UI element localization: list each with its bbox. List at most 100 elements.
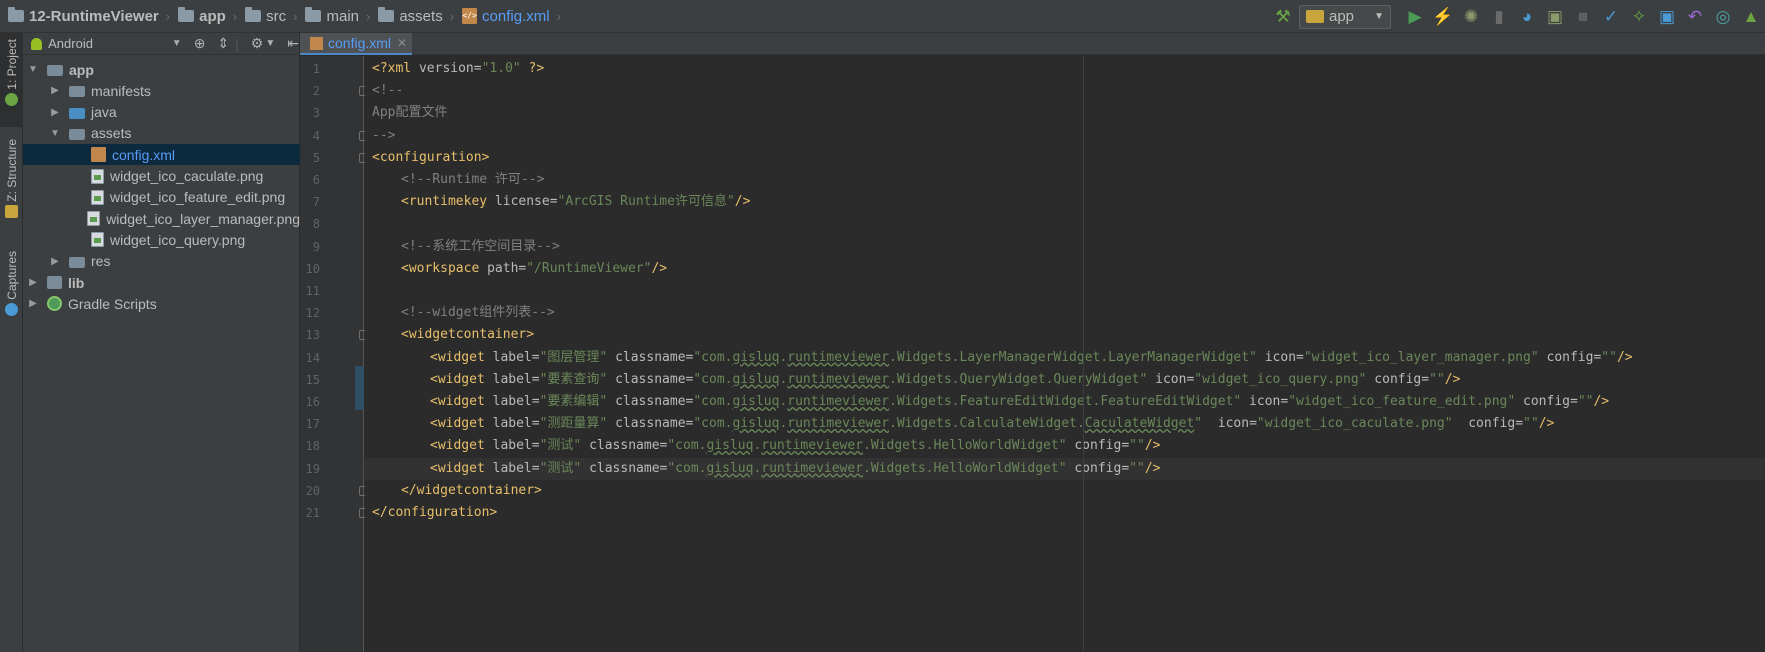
code-line[interactable]: <runtimekey license="ArcGIS Runtime许可信息"… — [365, 191, 1765, 213]
tab-structure[interactable]: Z: Structure — [0, 139, 23, 223]
code-token: "widget_ico_query.png" — [1194, 371, 1367, 387]
close-icon[interactable]: ✕ — [397, 36, 407, 50]
code-token: <widgetcontainer> — [401, 327, 535, 343]
tree-item[interactable]: widget_ico_caculate.png — [23, 166, 300, 187]
image-file-icon — [91, 232, 104, 248]
tree-item[interactable]: ▶ res — [23, 251, 300, 272]
sdk-manager-icon[interactable]: ▲ — [1737, 0, 1765, 33]
vcs-history-icon[interactable]: ▣ — [1653, 0, 1681, 33]
vcs-update-icon[interactable]: ✓ — [1597, 0, 1625, 33]
code-line[interactable]: <widget label="测试" classname="com.gisluq… — [365, 457, 1765, 480]
chevron-down-icon[interactable]: ▼ — [172, 38, 182, 49]
code-line[interactable]: <!--Runtime 许可--> — [365, 169, 1765, 191]
tree-item[interactable]: ▶ Gradle Scripts — [23, 293, 300, 314]
chevron-down-icon[interactable]: ▼ — [265, 38, 275, 49]
breadcrumb-item[interactable]: assets › — [370, 0, 454, 33]
breadcrumb-item[interactable]: app › — [170, 0, 237, 33]
tab-captures[interactable]: Captures — [0, 251, 23, 323]
tree-item[interactable]: widget_ico_layer_manager.png — [23, 208, 300, 229]
code-token: /> — [1444, 371, 1461, 387]
stop-icon[interactable]: ■ — [1569, 0, 1597, 33]
breadcrumb-item[interactable]: main › — [297, 0, 370, 33]
code-line[interactable]: --> — [365, 125, 1765, 147]
tree-item[interactable]: ▶ java — [23, 102, 300, 123]
revert-icon[interactable]: ↶ — [1681, 0, 1709, 33]
tree-item[interactable]: ▼ app — [23, 59, 300, 80]
code-line[interactable]: <!--系统工作空间目录--> — [365, 236, 1765, 258]
code-token: config= — [1538, 349, 1602, 365]
collapse-arrow-icon[interactable]: ▶ — [49, 85, 61, 96]
tree-item[interactable]: widget_ico_query.png — [23, 229, 300, 250]
debug-icon[interactable]: ✺ — [1457, 0, 1485, 33]
collapse-arrow-icon[interactable]: ▶ — [49, 256, 61, 267]
vcs-commit-icon[interactable]: ✧ — [1625, 0, 1653, 33]
code-line[interactable] — [365, 280, 1765, 302]
code-line[interactable]: <widget label="要素编辑" classname="com.gisl… — [365, 391, 1765, 413]
code-token: "要素编辑" — [539, 394, 608, 409]
tab-config-xml[interactable]: config.xml ✕ — [300, 33, 412, 55]
code-line[interactable]: <widget label="测试" classname="com.gisluq… — [365, 435, 1765, 457]
code-token: classname= — [607, 371, 694, 387]
code-line[interactable]: <configuration> — [365, 147, 1765, 169]
project-panel-header: Android ▼ ⊕ ⇕ | ⚙ ▼ ⇤ — [23, 33, 299, 55]
android-icon[interactable]: ◎ — [1709, 0, 1737, 33]
code-line-text: <widget label="测距量算" classname="com.gisl… — [430, 413, 1554, 435]
breadcrumb-item[interactable]: </> config.xml › — [454, 0, 561, 33]
code-line[interactable]: <widgetcontainer> — [365, 324, 1765, 346]
tab-project[interactable]: 1: Project — [0, 33, 23, 127]
expand-arrow-icon[interactable]: ▼ — [49, 128, 61, 139]
tree-item[interactable]: config.xml — [23, 144, 300, 166]
code-editor[interactable]: <?xml version="1.0" ?> <!-- App配置文件 --> <con… — [365, 56, 1765, 652]
code-line[interactable]: </widgetcontainer> — [365, 480, 1765, 502]
collapse-arrow-icon[interactable]: ▶ — [27, 298, 39, 309]
android-module-icon — [1306, 10, 1324, 23]
code-line-text: <!-- — [372, 80, 403, 102]
tree-item[interactable]: ▶ lib — [23, 272, 300, 293]
attach-debugger-icon[interactable]: ▮ — [1485, 0, 1513, 33]
breadcrumb-item[interactable]: 12-RuntimeViewer › — [0, 0, 170, 33]
expand-arrow-icon[interactable]: ▼ — [27, 64, 39, 75]
code-line[interactable]: </configuration> — [365, 502, 1765, 524]
folder-icon — [305, 7, 322, 22]
code-line[interactable]: <!--widget组件列表--> — [365, 302, 1765, 324]
run-with-coverage-icon[interactable]: ▣ — [1541, 0, 1569, 33]
tree-item[interactable]: ▶ manifests — [23, 80, 300, 101]
line-number: 18 — [305, 439, 320, 454]
tree-item[interactable]: widget_ico_feature_edit.png — [23, 187, 300, 208]
project-view-mode[interactable]: Android — [48, 36, 112, 51]
collapse-arrow-icon[interactable]: ▶ — [49, 107, 61, 118]
code-token: "com. — [693, 394, 733, 409]
make-project-icon[interactable]: ⚒ — [1269, 0, 1297, 33]
code-line[interactable] — [365, 213, 1765, 235]
profile-icon[interactable]: ◕ — [1513, 0, 1541, 33]
code-line[interactable]: <!-- — [365, 80, 1765, 102]
breadcrumb-item[interactable]: src › — [237, 0, 297, 33]
code-line-text: <!--系统工作空间目录--> — [401, 236, 560, 258]
main-toolbar: ⚒ app ▼ ▶ ⚡ ✺ ▮ ◕ ▣ ■ ✓ ✧ ▣ ↶ ◎ ▲ — [1269, 0, 1765, 33]
code-line[interactable]: <widget label="图层管理" classname="com.gisl… — [365, 347, 1765, 369]
code-line[interactable]: App配置文件 — [365, 102, 1765, 124]
structure-icon — [5, 204, 18, 218]
code-line-text: <widget label="要素编辑" classname="com.gisl… — [430, 391, 1609, 413]
collapse-arrow-icon[interactable]: ▶ — [27, 277, 39, 288]
gear-icon[interactable]: ⚙ — [251, 35, 264, 52]
code-line[interactable]: <widget label="要素查询" classname="com.gisl… — [365, 369, 1765, 391]
code-token: <widget — [430, 371, 493, 387]
source-folder-icon — [69, 107, 85, 119]
collapse-all-icon[interactable]: ⇕ — [217, 35, 229, 52]
tree-item-label: Gradle Scripts — [68, 295, 157, 312]
code-token: "测试" — [539, 460, 582, 476]
apply-changes-icon[interactable]: ⚡ — [1429, 0, 1457, 33]
scroll-from-source-icon[interactable]: ⊕ — [194, 35, 206, 52]
code-token: "com. — [693, 349, 733, 365]
code-token: <!--widget组件列表--> — [401, 305, 555, 321]
run-configuration-select[interactable]: app ▼ — [1299, 4, 1391, 29]
hide-panel-icon[interactable]: ⇤ — [287, 35, 299, 52]
code-line[interactable]: <?xml version="1.0" ?> — [365, 58, 1765, 80]
code-line-text: <workspace path="/RuntimeViewer"/> — [401, 258, 667, 280]
code-token: config= — [1515, 394, 1578, 409]
code-line[interactable]: <widget label="测距量算" classname="com.gisl… — [365, 413, 1765, 435]
tree-item[interactable]: ▼ assets — [23, 123, 300, 144]
run-icon[interactable]: ▶ — [1401, 0, 1429, 33]
code-line[interactable]: <workspace path="/RuntimeViewer"/> — [365, 258, 1765, 280]
